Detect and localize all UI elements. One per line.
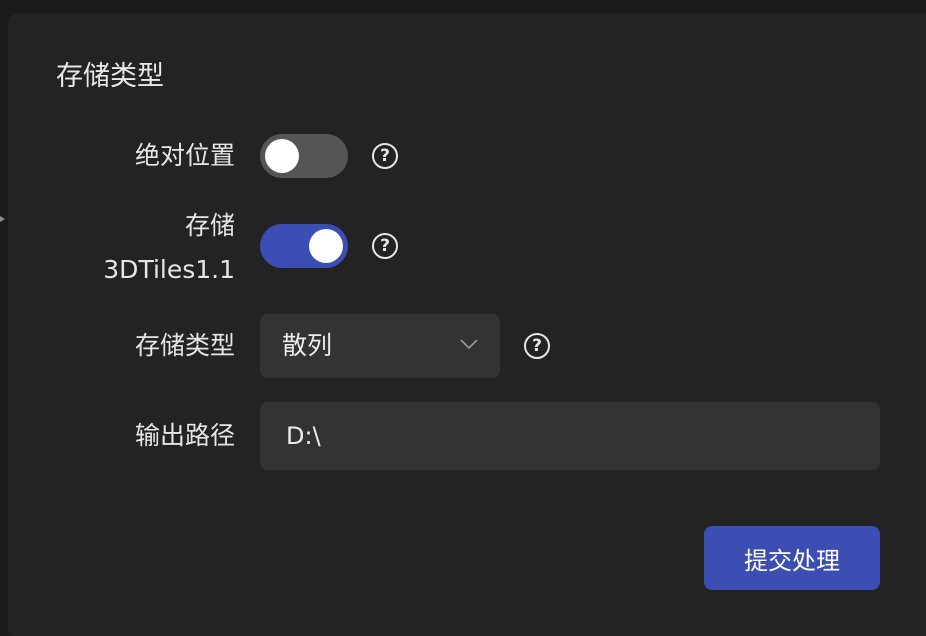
collapse-handle-icon[interactable] [0, 216, 5, 222]
toggle-knob [265, 139, 299, 173]
question-circle-icon[interactable]: ? [372, 233, 398, 259]
store-3dtiles-label: 存储 3DTiles1.1 [103, 204, 235, 292]
absolute-position-label: 绝对位置 [134, 141, 235, 170]
toggle-knob [309, 229, 343, 263]
output-path-input[interactable] [260, 402, 880, 470]
storage-type-value: 散列 [282, 331, 333, 360]
output-path-label: 输出路径 [134, 421, 235, 450]
store-3dtiles-label-line2: 3DTiles1.1 [103, 255, 235, 284]
absolute-position-toggle[interactable] [260, 134, 348, 178]
chevron-down-icon [460, 339, 478, 350]
submit-button[interactable]: 提交处理 [704, 526, 880, 590]
question-circle-icon[interactable]: ? [372, 143, 398, 169]
question-circle-icon[interactable]: ? [524, 333, 550, 359]
storage-type-select[interactable]: 散列 [260, 314, 500, 378]
storage-type-label: 存储类型 [134, 331, 235, 360]
store-3dtiles-toggle[interactable] [260, 224, 348, 268]
store-3dtiles-label-line1: 存储 [184, 211, 235, 240]
panel-title: 存储类型 [56, 61, 164, 92]
